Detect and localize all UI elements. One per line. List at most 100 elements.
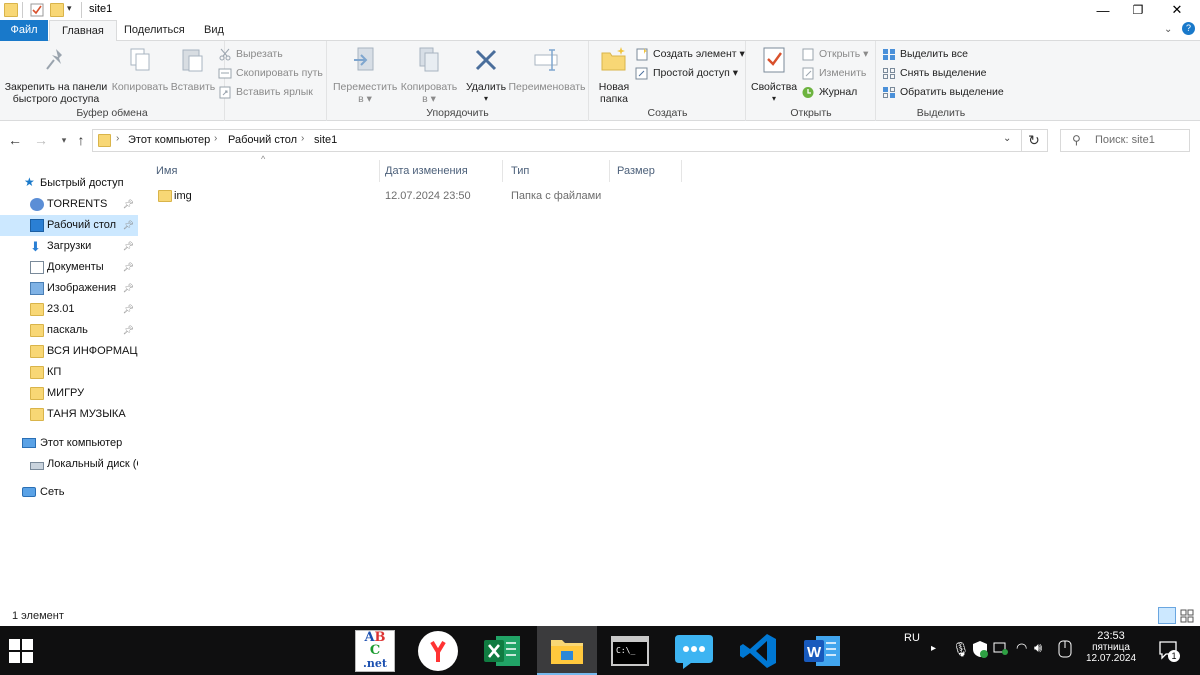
nav-item-pascal[interactable]: паскаль 📌︎ xyxy=(0,320,138,341)
breadcrumb-site1[interactable]: site1 xyxy=(314,134,337,146)
tab-share[interactable]: Поделиться xyxy=(112,20,197,41)
wifi-icon[interactable]: ◠ xyxy=(1016,640,1027,656)
address-history-dropdown-icon[interactable]: ⌄ xyxy=(1003,133,1011,144)
nav-item-local-disk[interactable]: Локальный диск (С xyxy=(0,454,138,475)
nav-item-desktop[interactable]: Рабочий стол 📌︎ xyxy=(0,215,138,236)
column-header-name[interactable]: Имя xyxy=(148,160,380,182)
taskbar-abcnet[interactable]: AB C .net xyxy=(345,626,405,675)
taskbar-vscode[interactable] xyxy=(728,626,788,675)
details-view-icon[interactable] xyxy=(1158,607,1176,624)
nav-item-all-info[interactable]: ВСЯ ИНФОРМАЦИ xyxy=(0,341,138,362)
nav-item-torrents[interactable]: TORRENTS 📌︎ xyxy=(0,194,138,215)
nav-item-kp[interactable]: КП xyxy=(0,362,138,383)
tab-file[interactable]: Файл xyxy=(0,20,48,41)
folder-icon xyxy=(30,366,44,379)
nav-item-this-pc[interactable]: Этот компьютер xyxy=(0,433,138,454)
help-icon[interactable]: ? xyxy=(1182,22,1195,35)
properties-button[interactable]: Свойства ▾ xyxy=(751,45,797,105)
recent-locations-button[interactable]: ▾ xyxy=(55,131,73,149)
clock-date: 12.07.2024 xyxy=(1085,653,1137,664)
move-to-label: Переместить xyxy=(333,81,398,93)
paste-shortcut-button[interactable]: Вставить ярлык xyxy=(218,84,313,101)
forward-button[interactable]: → xyxy=(32,131,50,149)
pin-icon: 📌︎ xyxy=(122,304,134,314)
up-button[interactable]: ↑ xyxy=(72,131,90,149)
pin-label-line1: Закрепить на панели xyxy=(4,81,108,93)
open-button[interactable]: Открыть ▾ xyxy=(801,46,868,63)
vpn-icon[interactable] xyxy=(993,641,1009,658)
nav-item-tanya-music[interactable]: ТАНЯ МУЗЫКА xyxy=(0,404,138,425)
move-to-button[interactable]: Переместить в ▾ xyxy=(333,45,397,105)
taskbar-excel[interactable] xyxy=(472,626,532,675)
folder-icon xyxy=(4,3,18,17)
desktop-icon xyxy=(30,219,44,232)
delete-x-icon xyxy=(475,49,497,71)
torrent-icon xyxy=(30,198,44,211)
cut-button[interactable]: Вырезать xyxy=(218,46,283,63)
copy-path-button[interactable]: Скопировать путь xyxy=(218,65,323,82)
refresh-button[interactable]: ↻ xyxy=(1021,129,1048,152)
taskbar-cmd[interactable]: C:\_ xyxy=(600,626,660,675)
invert-selection-button[interactable]: Обратить выделение xyxy=(882,84,1004,101)
ribbon: Закрепить на панели быстрого доступа Коп… xyxy=(0,41,1200,121)
column-header-modified[interactable]: Дата изменения xyxy=(377,160,503,182)
edit-button[interactable]: Изменить xyxy=(801,65,866,82)
new-folder-icon xyxy=(601,47,626,71)
cut-label: Вырезать xyxy=(236,48,283,60)
rename-button[interactable]: Переименовать xyxy=(507,45,587,93)
column-header-size[interactable]: Размер xyxy=(609,160,682,182)
new-item-button[interactable]: Создать элемент ▾ xyxy=(635,46,745,63)
nav-item-pictures[interactable]: Изображения 📌︎ xyxy=(0,278,138,299)
pin-label-line2: быстрого доступа xyxy=(12,93,100,105)
copy-to-button[interactable]: Копировать в ▾ xyxy=(398,45,460,105)
microphone-icon[interactable]: 🎙︎ xyxy=(952,641,970,658)
touchpad-icon[interactable] xyxy=(1058,640,1072,661)
taskbar-messenger[interactable] xyxy=(664,626,724,675)
show-hidden-icons-icon[interactable]: ▸ xyxy=(931,643,936,654)
delete-button[interactable]: Удалить ▾ xyxy=(463,45,509,105)
nav-item-quick-access[interactable]: ★ Быстрый доступ xyxy=(0,173,138,194)
select-none-button[interactable]: Снять выделение xyxy=(882,65,986,82)
nav-item-downloads[interactable]: ⬇ Загрузки 📌︎ xyxy=(0,236,138,257)
explorer-window: ▾ site1 — ❐ ✕ Файл Главная Поделиться Ви… xyxy=(0,0,1200,626)
select-all-button[interactable]: Выделить все xyxy=(882,46,968,63)
volume-icon[interactable]: 🔊︎ xyxy=(1034,640,1042,656)
security-shield-icon[interactable] xyxy=(972,640,988,661)
clock[interactable]: 23:53 пятница 12.07.2024 xyxy=(1085,630,1137,664)
copy-button[interactable]: Копировать xyxy=(110,45,170,93)
taskbar-yandex-browser[interactable] xyxy=(408,626,468,675)
column-header-type[interactable]: Тип xyxy=(503,160,610,182)
breadcrumb-this-pc[interactable]: Этот компьютер xyxy=(128,134,210,146)
taskbar-word[interactable]: W xyxy=(792,626,852,675)
nav-item-migru[interactable]: МИГРУ xyxy=(0,383,138,404)
input-language[interactable]: RU xyxy=(904,632,920,644)
large-icons-view-icon[interactable] xyxy=(1179,608,1195,624)
paste-button[interactable]: Вставить xyxy=(170,45,216,93)
copy-to-label: Копировать xyxy=(400,81,458,93)
new-folder-icon[interactable] xyxy=(50,3,64,17)
close-button[interactable]: ✕ xyxy=(1154,0,1200,20)
nav-item-network[interactable]: Сеть xyxy=(0,482,138,503)
history-button[interactable]: Журнал xyxy=(801,84,857,101)
new-folder-button[interactable]: Новая папка xyxy=(594,45,634,105)
tab-home[interactable]: Главная xyxy=(49,20,117,42)
history-icon xyxy=(801,86,815,99)
address-bar[interactable]: › Этот компьютер › Рабочий стол › site1 … xyxy=(92,129,1022,152)
paste-shortcut-icon xyxy=(218,86,232,99)
ribbon-collapse-icon[interactable]: ⌄ xyxy=(1164,24,1172,35)
taskbar-file-explorer[interactable] xyxy=(537,626,597,675)
breadcrumb-desktop[interactable]: Рабочий стол xyxy=(228,134,297,146)
rename-label: Переименовать xyxy=(508,81,586,93)
start-button[interactable] xyxy=(0,626,42,675)
tab-view[interactable]: Вид xyxy=(192,20,236,41)
file-row[interactable]: img 12.07.2024 23:50 Папка с файлами xyxy=(148,187,608,206)
svg-text:C:\_: C:\_ xyxy=(616,646,635,655)
nav-item-23-01[interactable]: 23.01 📌︎ xyxy=(0,299,138,320)
nav-item-documents[interactable]: Документы 📌︎ xyxy=(0,257,138,278)
properties-check-icon[interactable] xyxy=(30,3,44,17)
search-input[interactable]: ⚲ Поиск: site1 xyxy=(1060,129,1190,152)
qat-dropdown-icon[interactable]: ▾ xyxy=(67,3,72,14)
easy-access-button[interactable]: Простой доступ ▾ xyxy=(635,65,738,82)
pin-quick-access-button[interactable]: Закрепить на панели быстрого доступа xyxy=(4,45,108,105)
back-button[interactable]: ← xyxy=(6,131,24,149)
